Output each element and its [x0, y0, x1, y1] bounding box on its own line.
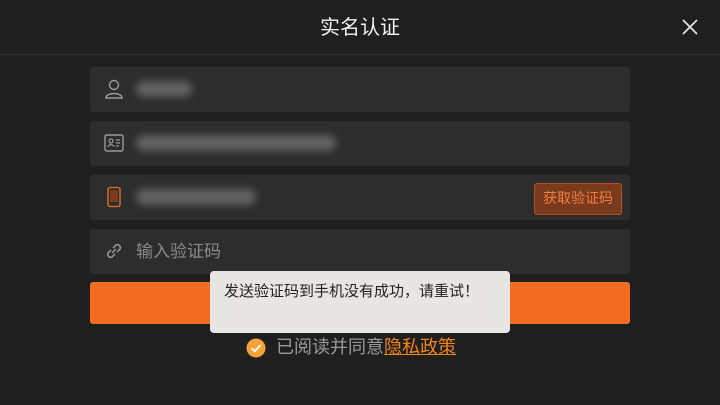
phone-field[interactable]: 获取验证码 — [90, 175, 630, 220]
privacy-policy-link[interactable]: 隐私政策 — [384, 337, 456, 358]
masked-phone-value — [136, 189, 256, 205]
close-icon[interactable] — [678, 15, 702, 39]
check-circle-icon[interactable] — [246, 338, 266, 358]
masked-id-value — [136, 135, 336, 151]
code-field[interactable] — [90, 229, 630, 274]
agreement-prefix: 已阅读并同意 — [276, 337, 384, 358]
user-icon — [105, 79, 123, 99]
dialog-header: 实名认证 — [0, 0, 720, 55]
phone-icon — [107, 186, 121, 208]
masked-name-value — [136, 81, 192, 97]
name-field[interactable] — [90, 67, 630, 112]
id-card-icon — [104, 134, 124, 152]
page-title: 实名认证 — [320, 15, 400, 39]
id-number-field[interactable] — [90, 121, 630, 166]
agreement-row: 已阅读并同意隐私政策 — [246, 336, 546, 360]
error-toast: 发送验证码到手机没有成功，请重试！ — [210, 271, 510, 333]
agreement-text: 已阅读并同意隐私政策 — [276, 336, 456, 360]
get-code-button[interactable]: 获取验证码 — [534, 183, 622, 215]
code-input[interactable] — [136, 229, 606, 274]
link-icon — [106, 243, 122, 259]
